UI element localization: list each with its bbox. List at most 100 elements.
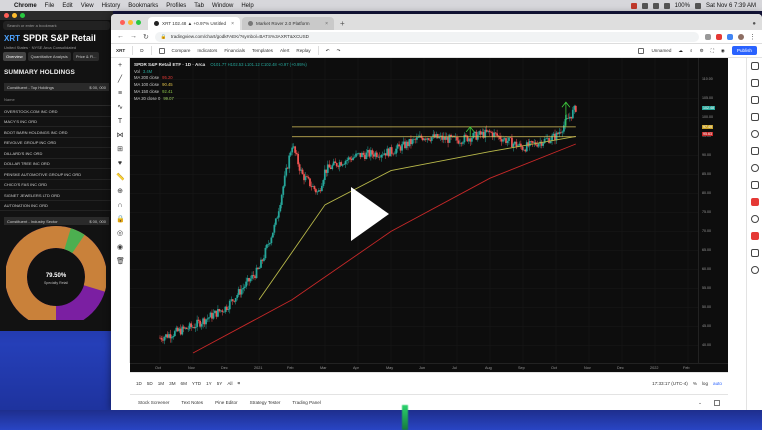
url-field[interactable]: 🔒 tradingview.com/chart/godkFAEK/?symbol… xyxy=(154,31,699,42)
alert-button[interactable]: Alert xyxy=(280,48,289,53)
undo-icon[interactable]: ↶ xyxy=(326,48,330,54)
tab-stock-screener[interactable]: Stock Screener xyxy=(138,400,169,405)
price-chart[interactable]: SPDR S&P Retail ETF · 1D · Arca O101.77 … xyxy=(130,58,728,363)
menu-app-name[interactable]: Chrome xyxy=(14,3,37,9)
zoom-window-button[interactable] xyxy=(20,13,25,18)
order-panel-icon[interactable] xyxy=(750,215,759,223)
holdings-column-header[interactable]: Name xyxy=(0,94,113,106)
chart-type-icon[interactable] xyxy=(158,47,165,54)
save-icon[interactable]: ☁ xyxy=(678,48,683,54)
streams-icon[interactable] xyxy=(750,164,759,172)
interval-button[interactable]: D xyxy=(140,48,143,53)
layout-name-button[interactable]: Unnamed xyxy=(651,48,671,53)
trendline-icon[interactable]: ╱ xyxy=(116,76,124,84)
forward-icon[interactable]: → xyxy=(130,33,137,40)
holding-row[interactable]: PENSKE AUTOMOTIVE GROUP INC ORD xyxy=(0,169,113,180)
close-window-button[interactable] xyxy=(4,13,9,18)
chart-svg[interactable] xyxy=(130,58,728,363)
zoom-window-button[interactable] xyxy=(136,19,141,25)
extension-icon[interactable] xyxy=(705,33,711,40)
symbol-search[interactable]: XRT xyxy=(116,48,125,53)
ruler-icon[interactable]: 📏 xyxy=(116,174,125,182)
menu-tab[interactable]: Tab xyxy=(194,3,204,9)
snapshot-icon[interactable]: ◉ xyxy=(721,48,725,54)
indicators-button[interactable]: Indicators xyxy=(197,48,217,53)
close-tab-icon[interactable]: × xyxy=(325,21,328,27)
tab-price-flows[interactable]: Price & Fl... xyxy=(72,52,100,61)
templates-button[interactable]: Templates xyxy=(252,48,273,53)
legend-ma-20[interactable]: MA 20 close 0 99.07 xyxy=(134,96,307,103)
menu-clock[interactable]: Sat Nov 6 7:39 AM xyxy=(706,3,756,9)
legend-ma-100[interactable]: MA 100 close 90.45 xyxy=(134,82,307,89)
collapse-panel-icon[interactable]: ⌄ xyxy=(698,400,702,406)
minimize-window-button[interactable] xyxy=(128,19,133,25)
holding-row[interactable]: DOLLAR TREE INC ORD xyxy=(0,159,113,169)
icons-icon[interactable]: ♥ xyxy=(116,160,124,168)
eye-icon[interactable]: ◉ xyxy=(116,244,124,252)
scale-log[interactable]: log xyxy=(702,381,708,386)
browser-menu-icon[interactable]: ⋮ xyxy=(749,33,756,41)
object-tree-icon[interactable] xyxy=(750,249,759,257)
ideas-icon[interactable] xyxy=(750,147,759,155)
menu-bookmarks[interactable]: Bookmarks xyxy=(128,3,158,9)
app-status-icon[interactable] xyxy=(641,2,648,9)
range-button-ytd[interactable]: YTD xyxy=(192,381,201,386)
tab-quantitative-analysis[interactable]: Quantitative Analysis xyxy=(27,52,71,61)
alerts-icon[interactable] xyxy=(750,79,759,87)
tab-pine-editor[interactable]: Pine Editor xyxy=(215,400,237,405)
lock-drawings-icon[interactable]: 🔒 xyxy=(116,216,125,224)
close-window-button[interactable] xyxy=(120,19,125,25)
menu-file[interactable]: File xyxy=(45,3,55,9)
battery-icon[interactable] xyxy=(694,2,701,9)
app-status-icon[interactable] xyxy=(652,2,659,9)
quick-search-icon[interactable]: ⌕ xyxy=(690,48,693,53)
menu-window[interactable]: Window xyxy=(212,3,233,9)
record-icon[interactable] xyxy=(630,2,637,9)
reload-icon[interactable]: ↻ xyxy=(143,33,149,41)
range-button-all[interactable]: All xyxy=(227,381,232,386)
watchlist-icon[interactable] xyxy=(750,62,759,70)
profile-avatar[interactable] xyxy=(738,33,744,40)
price-axis[interactable]: 110.00 105.00 100.00 95.00 90.00 85.00 80.00 75… xyxy=(698,58,728,363)
address-bar[interactable]: Search or enter a bookmark xyxy=(3,21,110,30)
legend-ma-200[interactable]: MA 200 close 95.20 xyxy=(134,75,307,82)
tab-search-icon[interactable]: ● xyxy=(746,21,762,30)
scale-auto[interactable]: auto xyxy=(713,381,722,386)
time-display[interactable]: 17:33:17 (UTC-4) xyxy=(652,381,688,386)
maximize-panel-icon[interactable] xyxy=(714,399,720,406)
text-icon[interactable]: T xyxy=(116,118,124,126)
tab-text-notes[interactable]: Text Notes xyxy=(181,400,203,405)
range-button-1d[interactable]: 1D xyxy=(136,381,142,386)
back-icon[interactable]: ← xyxy=(117,33,124,40)
fullscreen-icon[interactable]: ⛶ xyxy=(711,48,714,53)
tab-overview[interactable]: Overview xyxy=(3,52,26,61)
menu-help[interactable]: Help xyxy=(241,3,253,9)
holding-row[interactable]: CHICO'S FAS INC ORD xyxy=(0,180,113,190)
data-window-icon[interactable] xyxy=(750,96,759,104)
holding-row[interactable]: SIGNET JEWELERS LTD ORD xyxy=(0,190,113,201)
fib-icon[interactable]: ≡ xyxy=(116,90,124,98)
menu-profiles[interactable]: Profiles xyxy=(166,3,186,9)
legend-ma-150[interactable]: MA 150 close 92.41 xyxy=(134,89,307,96)
magnet-icon[interactable]: ∩ xyxy=(116,202,124,210)
battery-percent[interactable]: 100% xyxy=(675,3,690,9)
goto-date-icon[interactable]: ⌗ xyxy=(237,381,240,386)
new-tab-button[interactable]: + xyxy=(336,19,349,30)
holding-row[interactable]: AUTONATION INC ORD xyxy=(0,201,113,211)
play-icon[interactable] xyxy=(351,187,389,241)
browser-tab-tradingview[interactable]: XRT 102.48 ▲ +0.97% Untitled × xyxy=(148,17,240,30)
extension-icon[interactable] xyxy=(727,33,733,40)
publish-button[interactable]: Publish xyxy=(731,46,757,55)
notifications-icon[interactable] xyxy=(750,198,759,206)
menu-view[interactable]: View xyxy=(81,3,94,9)
hide-drawings-icon[interactable]: ◎ xyxy=(116,230,124,238)
sector-select[interactable]: Constituent - Industry Sector $ 00, 000 xyxy=(4,217,109,225)
holding-row[interactable]: BOOT BARN HOLDINGS INC ORD xyxy=(0,127,113,138)
crosshair-icon[interactable]: + xyxy=(116,62,124,70)
replay-button[interactable]: Replay xyxy=(296,48,310,53)
calendar-icon[interactable] xyxy=(750,130,759,138)
extension-icon[interactable] xyxy=(716,33,722,40)
scale-percent[interactable]: % xyxy=(693,381,697,386)
tab-trading-panel[interactable]: Trading Panel xyxy=(292,400,320,405)
settings-icon[interactable]: ⚙ xyxy=(700,48,704,54)
